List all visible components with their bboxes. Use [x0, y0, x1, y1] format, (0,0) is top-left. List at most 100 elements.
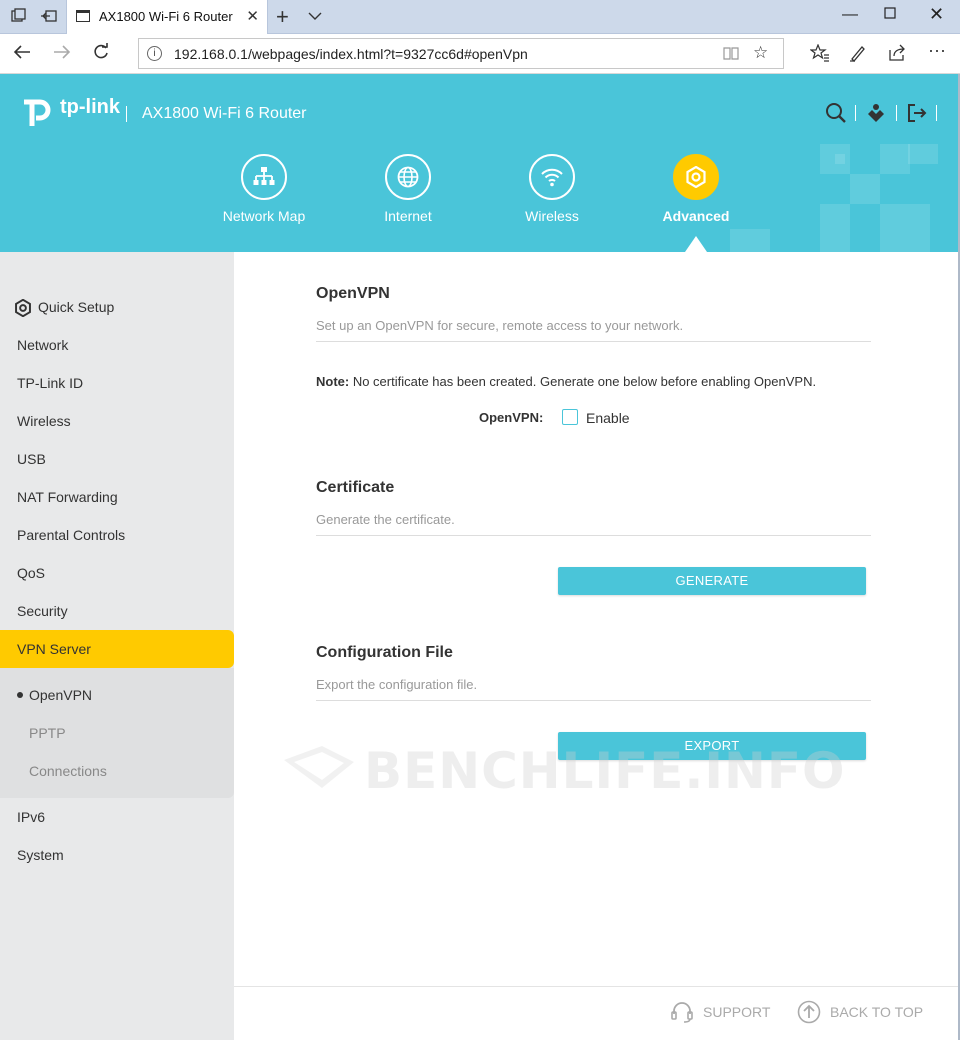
more-icon[interactable]: ··· [928, 40, 946, 61]
section-desc-openvpn: Set up an OpenVPN for secure, remote acc… [316, 318, 871, 342]
new-tab-icon[interactable]: + [276, 4, 289, 30]
sidebar-item-label: Wireless [17, 413, 71, 429]
sidebar: Quick Setup Network TP-Link ID Wireless … [0, 252, 234, 1040]
section-desc-certificate: Generate the certificate. [316, 512, 871, 536]
sidebar-item-label: System [17, 847, 64, 863]
sidebar-subitem-openvpn[interactable]: OpenVPN [0, 676, 234, 714]
sidebar-item-vpn-server[interactable]: VPN Server [0, 630, 234, 668]
header-divider [896, 105, 897, 121]
sidebar-item-label: Parental Controls [17, 527, 126, 543]
sidebar-item-quick-setup[interactable]: Quick Setup [0, 288, 234, 326]
brand-text: tp-link [60, 96, 120, 118]
nav-label: Advanced [662, 208, 730, 224]
network-map-icon [253, 167, 275, 185]
sidebar-item-qos[interactable]: QoS [0, 554, 234, 592]
favorites-icon[interactable] [809, 43, 830, 67]
sidebar-item-parental-controls[interactable]: Parental Controls [0, 516, 234, 554]
back-icon[interactable] [12, 43, 32, 66]
favorite-star-icon[interactable]: ☆ [753, 43, 768, 63]
nav-internet[interactable]: Internet [348, 154, 468, 224]
browser-tab[interactable]: AX1800 Wi-Fi 6 Router ✕ [66, 0, 268, 34]
nav-label: Network Map [222, 208, 306, 224]
tab-list-icon[interactable] [308, 8, 322, 24]
sidebar-item-nat-forwarding[interactable]: NAT Forwarding [0, 478, 234, 516]
url-field[interactable]: i 192.168.0.1/webpages/index.html?t=9327… [138, 38, 784, 69]
sidebar-item-wireless[interactable]: Wireless [0, 402, 234, 440]
quick-setup-gear-icon [15, 299, 31, 318]
info-icon[interactable]: i [147, 46, 162, 61]
sidebar-item-label: VPN Server [17, 641, 91, 657]
search-icon[interactable] [825, 102, 847, 124]
openvpn-enable-checkbox[interactable] [562, 409, 578, 425]
sidebar-subitem-pptp[interactable]: PPTP [0, 714, 234, 752]
globe-icon [397, 166, 419, 188]
sidebar-item-ipv6[interactable]: IPv6 [0, 798, 234, 836]
support-headset-icon[interactable] [670, 1000, 694, 1024]
url-text: 192.168.0.1/webpages/index.html?t=9327cc… [174, 46, 528, 62]
set-aside-tabs-icon[interactable] [40, 8, 58, 26]
tab-title: AX1800 Wi-Fi 6 Router [99, 9, 233, 24]
router-header: tp-link AX1800 Wi-Fi 6 Router Network Ma… [0, 74, 960, 252]
nav-label: Internet [384, 208, 432, 224]
openvpn-field-label: OpenVPN: [479, 410, 544, 425]
main-content: OpenVPN Set up an OpenVPN for secure, re… [234, 252, 960, 986]
sidebar-subitem-label: PPTP [29, 725, 66, 741]
note-body: No certificate has been created. Generat… [349, 374, 817, 389]
footer: SUPPORT BACK TO TOP [234, 986, 960, 1040]
sidebar-item-label: Quick Setup [38, 299, 115, 315]
pen-icon[interactable] [849, 44, 867, 67]
sidebar-item-system[interactable]: System [0, 836, 234, 874]
nav-advanced[interactable]: Advanced [636, 154, 756, 224]
nav-network-map[interactable]: Network Map [204, 154, 324, 224]
sidebar-item-label: QoS [17, 565, 46, 581]
note-label: Note: [316, 374, 350, 389]
watermark-text: BENCHLIFE.INFO [364, 742, 846, 800]
sidebar-subitem-label: Connections [29, 763, 107, 779]
share-icon[interactable] [888, 44, 906, 67]
generate-button[interactable]: GENERATE [558, 567, 866, 595]
section-desc-config: Export the configuration file. [316, 677, 871, 701]
wifi-icon [541, 168, 563, 187]
back-to-top-icon[interactable] [797, 1000, 821, 1024]
tab-actions-icon[interactable] [10, 8, 28, 26]
page-icon [76, 10, 90, 22]
minimize-icon[interactable]: — [842, 6, 858, 24]
nav-wireless[interactable]: Wireless [492, 154, 612, 224]
watermark: BENCHLIFE.INFO [282, 742, 845, 800]
support-link[interactable]: SUPPORT [703, 1004, 770, 1020]
header-divider [936, 105, 937, 121]
watermark-logo-icon [284, 746, 354, 788]
logout-icon[interactable] [906, 102, 928, 124]
header-divider [855, 105, 856, 121]
sidebar-item-tp-link-id[interactable]: TP-Link ID [0, 364, 234, 402]
forward-icon[interactable] [52, 43, 72, 66]
sidebar-submenu: OpenVPN PPTP Connections [0, 668, 234, 798]
note-text: Note: No certificate has been created. G… [316, 374, 816, 389]
nav-label: Wireless [525, 208, 579, 224]
section-title-config: Configuration File [316, 644, 453, 661]
sidebar-item-label: USB [17, 451, 46, 467]
sidebar-subitem-connections[interactable]: Connections [0, 752, 234, 790]
sidebar-item-security[interactable]: Security [0, 592, 234, 630]
maximize-icon[interactable] [884, 6, 896, 24]
sidebar-item-usb[interactable]: USB [0, 440, 234, 478]
address-bar: i 192.168.0.1/webpages/index.html?t=9327… [0, 34, 960, 74]
nav-active-pointer [685, 236, 707, 252]
refresh-icon[interactable] [92, 43, 110, 66]
tether-icon[interactable] [865, 102, 887, 124]
sidebar-subitem-label: OpenVPN [29, 687, 93, 703]
sidebar-item-label: TP-Link ID [17, 375, 84, 391]
tp-link-logo-icon [24, 99, 51, 126]
header-separator [126, 106, 127, 122]
browser-tab-bar: AX1800 Wi-Fi 6 Router ✕ + — ✕ [0, 0, 960, 34]
product-name: AX1800 Wi-Fi 6 Router [142, 105, 307, 122]
advanced-gear-icon [686, 166, 706, 188]
close-icon[interactable]: ✕ [246, 7, 259, 25]
back-to-top-link[interactable]: BACK TO TOP [830, 1004, 923, 1020]
openvpn-enable-label[interactable]: Enable [586, 410, 630, 426]
sidebar-item-label: Security [17, 603, 68, 619]
reading-view-icon[interactable] [723, 45, 739, 65]
section-title-certificate: Certificate [316, 479, 395, 496]
sidebar-item-network[interactable]: Network [0, 326, 234, 364]
close-window-icon[interactable]: ✕ [929, 4, 944, 25]
